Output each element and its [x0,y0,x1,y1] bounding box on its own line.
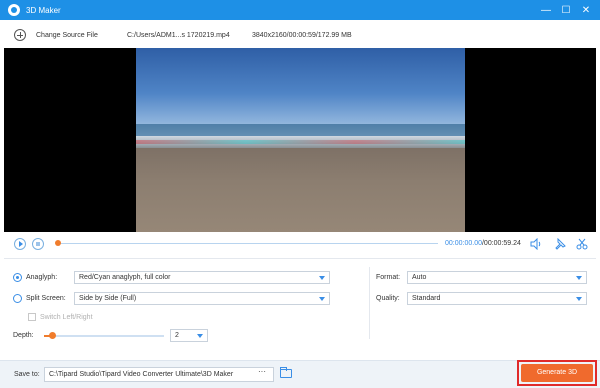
play-button[interactable] [14,238,26,250]
preview-frame [136,48,465,232]
depth-slider-knob[interactable] [49,332,56,339]
pin-icon[interactable] [554,237,566,250]
switch-left-right-label: Switch Left/Right [40,314,93,321]
window-title: 3D Maker [26,5,61,15]
depth-select[interactable]: 2 [170,329,208,342]
anaglyph-label: Anaglyph: [26,274,58,281]
title-bar: 3D Maker — ☐ ✕ [0,0,600,20]
minimize-button[interactable]: — [536,0,556,20]
split-screen-label: Split Screen: [26,295,66,302]
video-preview [4,48,596,232]
format-label: Format: [376,274,401,281]
open-folder-icon[interactable] [280,367,292,378]
source-path: C:/Users/ADM1...s 1720219.mp4 [127,31,230,39]
maximize-button[interactable]: ☐ [556,0,576,20]
chevron-down-icon [576,297,582,301]
anaglyph-radio[interactable] [13,273,22,282]
stop-button[interactable] [32,238,44,250]
save-path-field[interactable]: C:\Tipard Studio\Tipard Video Converter … [44,367,274,382]
total-time: /00:00:59.24 [481,240,521,247]
progress-thumb[interactable] [55,240,61,246]
change-source-button[interactable]: Change Source File [36,32,98,39]
chevron-down-icon [319,276,325,280]
split-screen-select-value: Side by Side (Full) [79,295,137,302]
chevron-down-icon [197,334,203,338]
chevron-down-icon [576,276,582,280]
split-screen-radio[interactable] [13,294,22,303]
add-source-icon[interactable] [14,29,26,41]
close-button[interactable]: ✕ [576,0,596,20]
volume-icon[interactable] [530,237,542,251]
split-screen-select[interactable]: Side by Side (Full) [74,292,330,305]
depth-label: Depth: [13,332,34,339]
quality-label: Quality: [376,295,400,302]
scissors-icon[interactable] [576,238,588,250]
switch-left-right-checkbox[interactable] [28,313,36,321]
anaglyph-select[interactable]: Red/Cyan anaglyph, full color [74,271,330,284]
quality-select-value: Standard [412,295,441,302]
play-icon [19,241,23,247]
source-bar: Change Source File C:/Users/ADM1...s 172… [4,22,596,48]
current-time: 00:00:00.00 [445,240,482,247]
depth-select-value: 2 [175,332,179,339]
save-to-label: Save to: [14,371,40,378]
quality-select[interactable]: Standard [407,292,587,305]
time-readout: 00:00:00.00/00:00:59.24 [445,240,521,247]
footer-bar: Save to: C:\Tipard Studio\Tipard Video C… [0,360,600,388]
progress-track[interactable] [58,243,438,244]
depth-slider-track[interactable] [44,335,164,337]
app-logo-icon [8,4,20,16]
chevron-down-icon [319,297,325,301]
format-select[interactable]: Auto [407,271,587,284]
format-select-value: Auto [412,274,427,281]
source-meta: 3840x2160/00:00:59/172.99 MB [252,31,352,39]
anaglyph-select-value: Red/Cyan anaglyph, full color [79,274,171,281]
settings-divider [369,267,370,339]
browse-more-button[interactable]: ··· [252,368,272,380]
playback-controls: 00:00:00.00/00:00:59.24 [4,233,596,257]
stop-icon [36,242,40,246]
generate-3d-button[interactable]: Generate 3D [521,364,593,382]
settings-panel: Anaglyph: Red/Cyan anaglyph, full color … [4,258,596,358]
